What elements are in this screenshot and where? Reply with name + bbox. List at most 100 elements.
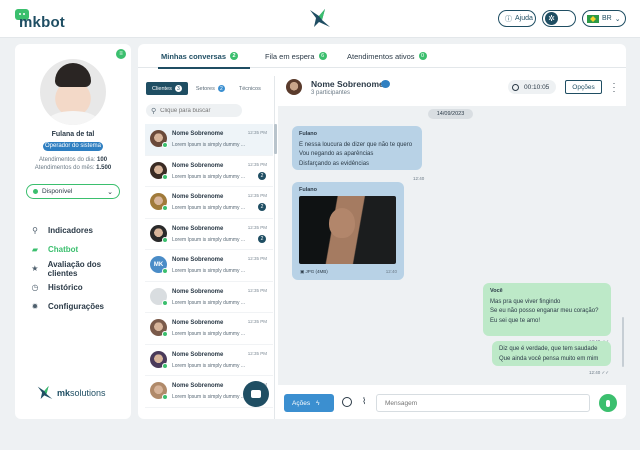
contact-avatar <box>150 224 168 243</box>
gear-icon: ✹ <box>31 302 39 311</box>
whatsapp-icon <box>162 173 168 180</box>
message-bubble: Diz que é verdade, que tem saudade Que a… <box>492 341 611 366</box>
sun-icon: ✲ <box>545 12 558 25</box>
sidebar-item-configuracoes[interactable]: ✹ Configurações <box>30 297 130 316</box>
tab-fila-em-espera[interactable]: Fila em espera 6 <box>256 44 338 68</box>
list-item[interactable]: Nome Sobrenome Lorem Ipsum is simply dumm… <box>145 282 273 313</box>
tab-setores[interactable]: Setores 2 <box>190 82 231 95</box>
collapse-panel-button[interactable]: ≡ <box>116 49 126 59</box>
tab-atendimentos-ativos[interactable]: Atendimentos ativos 0 <box>338 44 450 68</box>
unread-badge: 2 <box>258 234 266 243</box>
message-time: 12:40 ✓✓ <box>589 370 610 375</box>
contact-avatar <box>150 130 168 148</box>
chat-channel-icon <box>381 80 390 88</box>
mk-star-logo-icon <box>310 9 330 27</box>
footer-brand: mksolutions <box>37 385 106 400</box>
search-input[interactable] <box>160 107 239 114</box>
options-button[interactable]: Opções <box>565 80 602 94</box>
list-item[interactable]: Nome Sobrenome Lorem Ipsum is simply dumm… <box>145 187 273 219</box>
file-info: ▣ JPG (4MB) <box>300 269 328 274</box>
sidebar-item-indicadores[interactable]: ⚲ Indicadores <box>30 221 130 240</box>
list-item[interactable]: Nome Sobrenome Lorem Ipsum is simply dumm… <box>145 124 277 156</box>
status-dot <box>33 189 38 194</box>
attach-icon[interactable]: ⌇ <box>362 396 366 407</box>
attached-photo[interactable] <box>299 196 396 264</box>
contact-avatar <box>150 193 168 211</box>
sidebar-nav: ⚲ Indicadores ▰ Chatbot ★ Avaliação dos … <box>30 221 130 316</box>
message-preview: Lorem Ipsum is simply dummy ... <box>172 362 246 369</box>
theme-toggle[interactable]: ✲ <box>542 10 576 27</box>
sidebar-item-chatbot[interactable]: ▰ Chatbot <box>30 240 130 259</box>
list-item[interactable]: Nome Sobrenome Lorem Ipsum is simply dumm… <box>145 219 273 250</box>
sidebar-item-avaliacao[interactable]: ★ Avaliação dos clientes <box>30 259 130 278</box>
profile-panel: ≡ Fulana de tal Operador do sistema Aten… <box>15 44 131 419</box>
whatsapp-icon <box>162 362 168 369</box>
message-preview: Lorem Ipsum is simply dummy ... <box>172 205 246 211</box>
message-time: 12:40 <box>385 269 397 274</box>
session-timer: 00:10:05 <box>508 80 556 94</box>
list-item[interactable]: MK Nome Sobrenome Lorem Ipsum is simply du… <box>145 250 273 282</box>
top-bar: mkbot ⓘ Ajuda ✲ BR ⌄ <box>0 0 640 38</box>
message-time: 12:40 <box>413 176 425 181</box>
more-vertical-icon[interactable]: · · · <box>612 79 616 96</box>
whatsapp-icon <box>162 268 168 274</box>
chat-scrollbar[interactable] <box>622 317 624 367</box>
emoji-icon[interactable] <box>342 397 352 407</box>
search-box: ⚲ <box>146 104 242 117</box>
brazil-flag-icon <box>587 14 599 23</box>
contact-name: Nome Sobrenome <box>172 383 224 389</box>
mk-star-logo-icon <box>37 385 53 400</box>
message-composer: Ações ϟ ⌇ <box>278 388 626 419</box>
contact-name: Nome Sobrenome <box>172 351 224 358</box>
help-label: Ajuda <box>515 15 533 22</box>
list-item[interactable]: Nome Sobrenome Lorem Ipsum is simply dumm… <box>145 156 273 187</box>
message-preview: Lorem Ipsum is simply dummy ... <box>172 394 246 400</box>
role-badge: Operador do sistema <box>43 142 103 151</box>
contact-name: Nome Sobrenome <box>172 288 224 295</box>
message-input[interactable] <box>376 394 590 412</box>
whatsapp-icon <box>162 299 168 306</box>
whatsapp-icon <box>162 236 168 243</box>
list-filter-tabs: Clientes 3 Setores 2 Técnicos <box>146 82 267 95</box>
contact-name: Nome Sobrenome <box>172 131 224 137</box>
contact-name: Nome Sobrenome <box>172 320 224 326</box>
star-icon: ★ <box>31 264 39 273</box>
tab-clientes[interactable]: Clientes 3 <box>146 82 188 95</box>
microphone-icon <box>606 399 610 407</box>
message-time: 12:35 PM <box>247 350 267 356</box>
user-name: Fulana de tal <box>51 131 95 138</box>
search-icon: ⚲ <box>151 107 157 115</box>
tab-count-badge: 2 <box>230 52 239 60</box>
brand-logo[interactable]: mkbot <box>15 8 79 31</box>
date-divider: 14/09/2023 <box>428 109 473 119</box>
message-bubble: Você Mas pra que viver fingindo Se eu nã… <box>483 283 611 336</box>
user-avatar <box>40 59 106 125</box>
whatsapp-icon <box>162 205 168 211</box>
message-preview: Lorem Ipsum is simply dummy ... <box>172 331 246 337</box>
actions-button[interactable]: Ações ϟ <box>284 394 334 412</box>
tab-tecnicos[interactable]: Técnicos <box>233 82 267 95</box>
help-button[interactable]: ⓘ Ajuda <box>498 10 536 27</box>
list-item[interactable]: Nome Sobrenome Lorem Ipsum is simply dumm… <box>145 345 273 376</box>
tab-count-badge: 0 <box>418 52 427 60</box>
whatsapp-icon <box>162 394 168 400</box>
unread-badge: 2 <box>258 203 266 211</box>
sidebar-item-historico[interactable]: ◷ Histórico <box>30 278 130 297</box>
main-card: Minhas conversas 2 Fila em espera 6 Atendi… <box>138 44 626 419</box>
list-item[interactable]: Nome Sobrenome Lorem Ipsum is simply dumm… <box>145 313 273 345</box>
lightning-icon: ϟ <box>316 399 320 407</box>
tab-minhas-conversas[interactable]: Minhas conversas 2 <box>152 44 256 69</box>
message-time: 12:35 PM <box>247 130 267 135</box>
conversation-list: Nome Sobrenome Lorem Ipsum is simply dumm… <box>145 124 277 408</box>
message-bubble: Fulano E nessa loucura de dizer que não … <box>292 126 422 170</box>
image-message: Fulano ▣ JPG (4MB) 12:40 <box>292 182 404 280</box>
contact-avatar <box>286 79 302 95</box>
status-select[interactable]: Disponível ⌄ <box>26 184 120 199</box>
language-select[interactable]: BR ⌄ <box>582 10 626 27</box>
conversation-list-panel: Clientes3 Setores2 Técnicos ⚲ Nome Sobre… <box>139 76 277 419</box>
question-icon: ⓘ <box>505 15 512 23</box>
message-preview: Lorem Ipsum is simply dummy ... <box>172 236 246 243</box>
new-chat-button[interactable] <box>243 381 269 407</box>
microphone-button[interactable] <box>599 394 617 412</box>
tab-count-badge: 6 <box>318 52 327 60</box>
